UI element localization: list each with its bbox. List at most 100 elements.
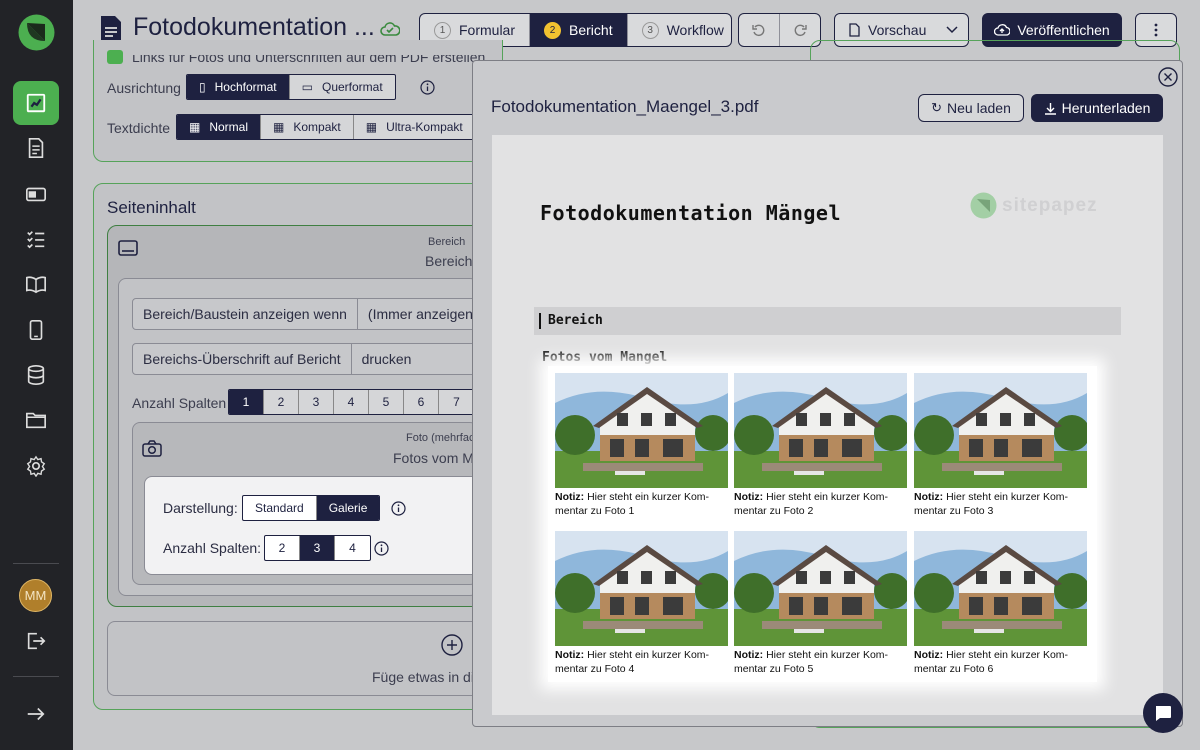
orientation-landscape[interactable]: ▭ Querformat — [290, 75, 395, 99]
download-icon — [1044, 102, 1056, 115]
photo-caption: Notiz: Hier steht ein kurzer Kom-mentar … — [914, 491, 1090, 518]
columns-label: Anzahl Spalten — [132, 395, 227, 411]
page-title: Fotodokumentation ... — [133, 13, 375, 41]
pdf-doc-title: Fotodokumentation Mängel — [540, 201, 841, 225]
columns-option[interactable]: 7 — [439, 390, 474, 414]
columns-option[interactable]: 5 — [369, 390, 404, 414]
file-icon — [849, 23, 860, 37]
nav-library[interactable] — [13, 262, 59, 306]
logout-icon — [27, 632, 46, 650]
note-text: Hier steht ein kurzer Kom- — [766, 649, 889, 661]
nav-files[interactable] — [13, 398, 59, 442]
camera-icon — [142, 440, 162, 457]
info-icon[interactable] — [420, 80, 435, 95]
photo-caption: Notiz: Hier steht ein kurzer Kom-mentar … — [734, 649, 910, 676]
redo-icon — [794, 24, 807, 37]
chat-button[interactable] — [1143, 693, 1183, 733]
option-label: Kompakt — [293, 120, 341, 134]
tab-label: Bericht — [569, 22, 613, 38]
display-label: Darstellung: — [163, 500, 238, 516]
photo-caption: Notiz: Hier steht ein kurzer Kom-mentar … — [734, 491, 910, 518]
display-gallery[interactable]: Galerie — [316, 496, 380, 520]
gallery-photo[interactable] — [734, 373, 907, 488]
note-label: Notiz: — [555, 649, 585, 661]
density-compact[interactable]: ▦ Kompakt — [261, 115, 354, 139]
note-text-line2: mentar zu Foto 6 — [914, 662, 994, 675]
note-text-line2: mentar zu Foto 1 — [555, 504, 635, 517]
close-icon[interactable] — [1158, 67, 1178, 87]
avatar[interactable]: MM — [19, 579, 52, 612]
nav-checklists[interactable] — [13, 217, 59, 261]
columns-option[interactable]: 6 — [404, 390, 439, 414]
photo-caption: Notiz: Hier steht ein kurzer Kom-mentar … — [555, 491, 731, 518]
chat-icon — [1156, 706, 1171, 721]
history-controls — [738, 13, 821, 47]
download-button[interactable]: Herunterladen — [1031, 94, 1163, 122]
expand-sidebar-button[interactable] — [13, 692, 59, 736]
nav-report[interactable] — [13, 81, 59, 125]
house-photo-icon — [555, 373, 728, 488]
nav-mobile[interactable] — [13, 308, 59, 352]
publish-label: Veröffentlichen — [1017, 22, 1110, 38]
field-label: Bereichs-Überschrift auf Bericht — [133, 344, 352, 374]
document-icon — [101, 16, 121, 42]
columns-option[interactable]: 1 — [229, 390, 264, 414]
columns-option[interactable]: 4 — [334, 390, 369, 414]
step-number: 3 — [641, 21, 659, 39]
gallery-photo[interactable] — [914, 531, 1087, 646]
columns-option[interactable]: 3 — [299, 390, 334, 414]
landscape-icon: ▭ — [301, 80, 313, 94]
nav-cards[interactable] — [13, 172, 59, 216]
gallery-photo[interactable] — [555, 531, 728, 646]
note-text-line2: mentar zu Foto 4 — [555, 662, 635, 675]
note-text: Hier steht ein kurzer Kom- — [587, 491, 710, 503]
info-icon[interactable] — [374, 541, 389, 556]
app-logo[interactable] — [18, 14, 55, 51]
sidebar: MM — [0, 0, 73, 750]
tab-workflow[interactable]: 3 Workflow — [628, 14, 731, 46]
field-value[interactable]: (Immer anzeigen) — [358, 299, 481, 329]
density-ultra-compact[interactable]: ▦ Ultra-Kompakt — [354, 115, 475, 139]
pdf-section-bar — [534, 307, 1121, 335]
nav-documents[interactable] — [13, 126, 59, 170]
gallery-columns-option[interactable]: 3 — [300, 536, 335, 560]
gallery-columns-label: Anzahl Spalten: — [163, 540, 262, 556]
links-checkbox[interactable] — [107, 50, 123, 64]
gallery-photo[interactable] — [555, 373, 728, 488]
option-label: Ultra-Kompakt — [386, 120, 463, 134]
undo-button[interactable] — [739, 14, 780, 46]
display-standard[interactable]: Standard — [243, 496, 317, 520]
orientation-portrait[interactable]: ▯ Hochformat — [187, 75, 290, 99]
logout-button[interactable] — [13, 619, 59, 663]
cloud-upload-icon — [994, 24, 1011, 36]
gallery-columns-option[interactable]: 4 — [335, 536, 370, 560]
nav-settings[interactable] — [13, 444, 59, 488]
report-icon — [26, 93, 46, 113]
nav-database[interactable] — [13, 353, 59, 397]
photo-caption: Notiz: Hier steht ein kurzer Kom-mentar … — [914, 649, 1090, 676]
gallery-columns-option[interactable]: 2 — [265, 536, 300, 560]
tab-bericht[interactable]: 2 Bericht — [530, 14, 628, 46]
reload-label: Neu laden — [947, 100, 1011, 116]
show-when-field[interactable]: Bereich/Baustein anzeigen wenn (Immer an… — [132, 298, 482, 330]
document-icon — [28, 138, 44, 158]
grid-icon: ▦ — [189, 120, 201, 134]
info-icon[interactable] — [391, 501, 406, 516]
field-value[interactable]: drucken — [352, 344, 422, 374]
grid-icon: ▦ — [365, 120, 378, 134]
settings-icon — [26, 455, 46, 477]
note-text: Hier steht ein kurzer Kom- — [946, 491, 1069, 503]
note-text: Hier steht ein kurzer Kom- — [766, 491, 889, 503]
house-photo-icon — [914, 373, 1087, 488]
card-icon — [26, 187, 46, 202]
download-label: Herunterladen — [1061, 100, 1151, 116]
add-circle-icon — [441, 634, 463, 656]
heading-field[interactable]: Bereichs-Überschrift auf Bericht drucken — [132, 343, 482, 375]
density-normal[interactable]: ▦ Normal — [177, 115, 262, 139]
columns-option[interactable]: 2 — [264, 390, 299, 414]
gallery-photo[interactable] — [734, 531, 907, 646]
reload-button[interactable]: ↻ Neu laden — [918, 94, 1024, 122]
gallery-photo[interactable] — [914, 373, 1087, 488]
note-label: Notiz: — [555, 491, 585, 503]
tab-label: Workflow — [666, 22, 724, 38]
